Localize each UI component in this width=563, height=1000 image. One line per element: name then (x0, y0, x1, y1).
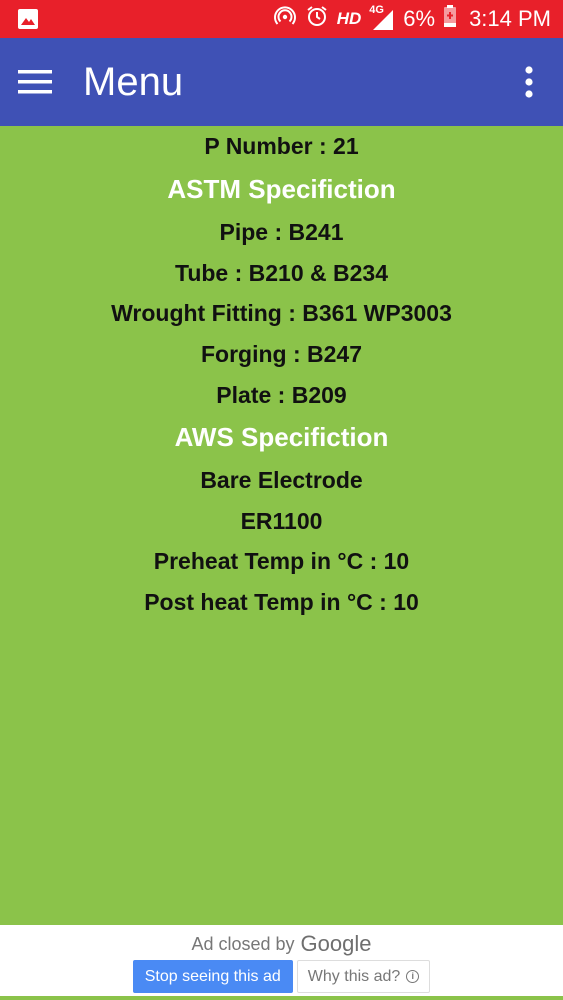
alarm-icon (305, 4, 329, 34)
plate-spec-text: Plate : B209 (216, 382, 347, 408)
aws-heading: AWS Specifiction (174, 422, 389, 452)
info-icon: i (406, 970, 420, 983)
wrought-fitting-spec-text: Wrought Fitting : B361 WP3003 (111, 300, 452, 326)
hamburger-menu-icon (18, 70, 52, 94)
hotspot-icon (273, 4, 297, 34)
overflow-menu-icon (525, 66, 533, 98)
battery-icon (443, 4, 457, 34)
bare-electrode-text: Bare Electrode (200, 467, 363, 493)
electrode-code-text: ER1100 (240, 508, 323, 534)
p-number-text: P Number : 21 (204, 133, 359, 159)
image-notification-icon (16, 7, 40, 31)
tube-spec-text: Tube : B210 & B234 (174, 260, 389, 286)
stop-seeing-ad-button[interactable]: Stop seeing this ad (132, 960, 293, 993)
app-bar: Menu (0, 38, 563, 126)
network-type-label: HD (336, 9, 362, 28)
postheat-temp-text: Post heat Temp in °C : 10 (144, 589, 419, 615)
astm-heading: ASTM Specifiction (167, 174, 396, 204)
ad-feedback-buttons: Stop seeing this ad Why this ad? i (0, 960, 563, 993)
status-icons: HD 4G 6% 3:14 PM (273, 0, 551, 38)
signal-icon: 4G (369, 4, 395, 32)
why-this-ad-button[interactable]: Why this ad? i (296, 960, 431, 993)
hamburger-menu-button[interactable] (10, 58, 60, 106)
battery-percent: 6% (403, 6, 436, 31)
clock-time: 3:14 PM (469, 6, 551, 31)
bottom-divider (0, 996, 563, 1000)
ad-closed-notice: Ad closed by Google (0, 931, 563, 957)
overflow-menu-button[interactable] (509, 58, 549, 106)
ad-closed-text: Ad closed by (191, 933, 295, 954)
preheat-temp-text: Preheat Temp in °C : 10 (153, 548, 410, 574)
why-this-ad-label: Why this ad? (307, 968, 401, 985)
forging-spec-text: Forging : B247 (200, 341, 362, 367)
ad-banner: Ad closed by Google Stop seeing this ad … (0, 925, 563, 1000)
google-logo: Google (300, 931, 372, 956)
material-details: P Number : 21 ASTM Specifiction Pipe : B… (0, 126, 563, 925)
page-title: Menu (83, 60, 184, 104)
status-bar: HD 4G 6% 3:14 PM (0, 0, 563, 38)
pipe-spec-text: Pipe : B241 (219, 219, 344, 245)
